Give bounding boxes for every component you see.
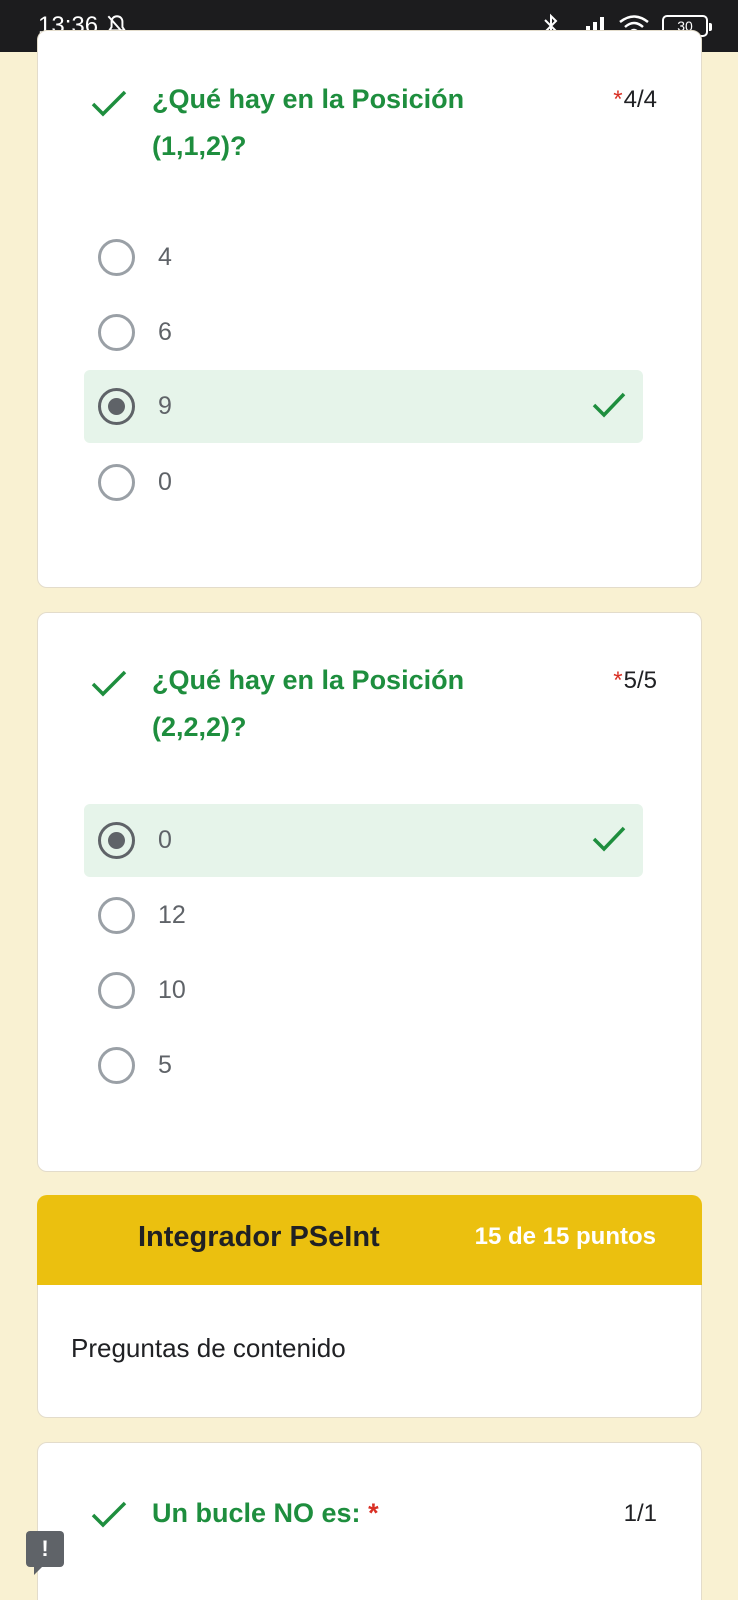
question-title: ¿Qué hay en la Posición (1,1,2)? [152,84,465,161]
question-card-2: ¿Qué hay en la Posición (2,2,2)? *5/5 0 … [37,612,702,1172]
option-label: 6 [158,318,172,346]
radio-button[interactable] [98,314,135,351]
question-score: *5/5 [613,667,657,695]
option-label: 12 [158,901,186,929]
option-5[interactable]: 5 [84,1029,643,1102]
correct-check-icon [91,670,127,697]
correct-answer-check-icon [592,392,626,418]
option-label: 0 [158,468,172,496]
option-label: 0 [158,826,172,854]
option-label: 4 [158,243,172,271]
question-title: Un bucle NO es: * [152,1490,552,1537]
section-title: Integrador PSeInt [138,1221,380,1253]
correct-check-icon [91,90,127,117]
option-12[interactable]: 12 [84,879,643,952]
option-label: 5 [158,1051,172,1079]
radio-button[interactable] [98,897,135,934]
option-label: 10 [158,976,186,1004]
option-6[interactable]: 6 [84,296,643,369]
option-10[interactable]: 10 [84,954,643,1027]
section-description: Preguntas de contenido [71,1333,346,1363]
radio-button-selected[interactable] [98,822,135,859]
radio-button[interactable] [98,1047,135,1084]
section-points: 15 de 15 puntos [474,1223,656,1250]
option-4[interactable]: 4 [84,221,643,294]
question-score: 1/1 [623,1500,657,1527]
radio-button[interactable] [98,464,135,501]
question-card-1: ¿Qué hay en la Posición (1,1,2)? *4/4 4 … [37,30,702,588]
correct-check-icon [91,1501,127,1528]
question-title: ¿Qué hay en la Posición (2,2,2)? [152,665,465,742]
option-9-selected[interactable]: 9 [84,370,643,443]
required-asterisk: * [368,1498,379,1528]
radio-button[interactable] [98,972,135,1009]
option-0-selected[interactable]: 0 [84,804,643,877]
question-title-text: Un bucle NO es: [152,1498,361,1528]
correct-answer-check-icon [592,826,626,852]
exclamation-icon: ! [41,1536,49,1561]
option-0[interactable]: 0 [84,446,643,519]
score-value: 5/5 [623,667,657,694]
section-description-card: Preguntas de contenido [37,1285,702,1418]
required-asterisk: * [613,667,623,694]
option-label: 9 [158,392,172,420]
score-value: 4/4 [623,86,657,113]
required-asterisk: * [613,86,623,113]
radio-button[interactable] [98,239,135,276]
question-score: *4/4 [613,86,657,114]
question-card-3: Un bucle NO es: * 1/1 [37,1442,702,1600]
report-feedback-button[interactable]: ! [26,1531,64,1575]
radio-button-selected[interactable] [98,388,135,425]
section-header: Integrador PSeInt 15 de 15 puntos [37,1195,702,1285]
